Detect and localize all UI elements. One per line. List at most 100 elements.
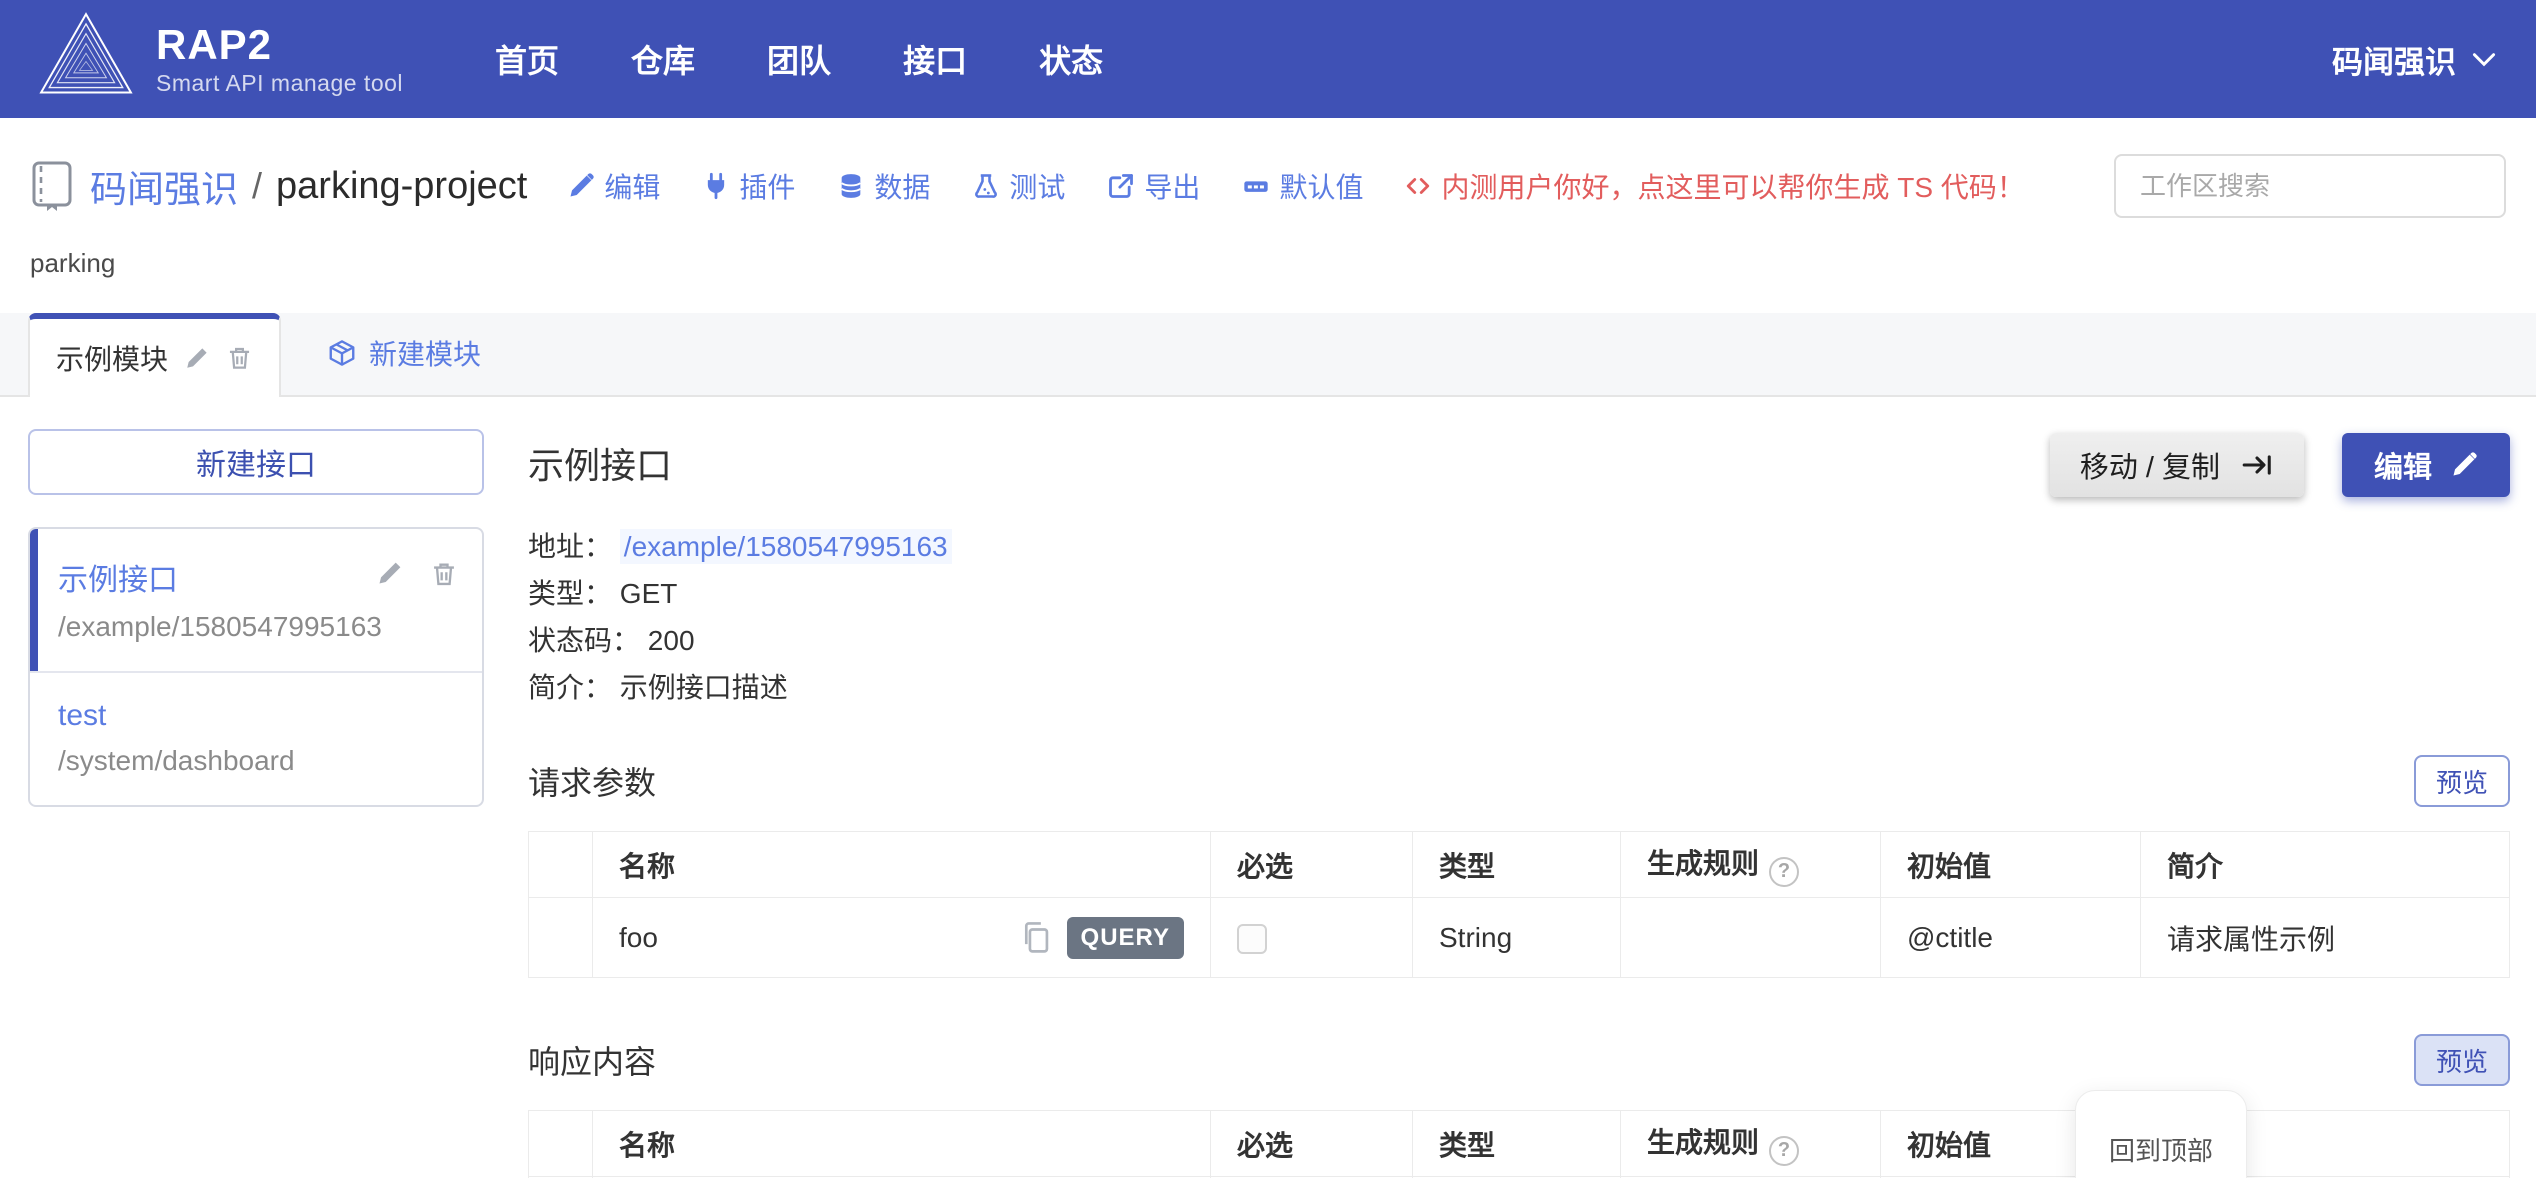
help-icon[interactable]: ? bbox=[1769, 857, 1799, 887]
col-rule-label: 生成规则 bbox=[1647, 848, 1759, 879]
edit-project-link[interactable]: 编辑 bbox=[567, 166, 660, 206]
col-name: 名称 bbox=[593, 832, 1211, 898]
flask-icon bbox=[972, 172, 1000, 200]
scope-badge: QUERY bbox=[1067, 917, 1184, 959]
pencil-icon[interactable] bbox=[376, 559, 404, 587]
col-initial: 初始值 bbox=[1881, 832, 2141, 898]
move-copy-label: 移动 / 复制 bbox=[2080, 444, 2220, 486]
export-icon bbox=[1107, 172, 1135, 200]
brand-block: RAP2 Smart API manage tool bbox=[156, 22, 403, 97]
tab-new-module[interactable]: 新建模块 bbox=[327, 333, 481, 373]
brand-title[interactable]: RAP2 bbox=[156, 22, 403, 68]
trash-icon[interactable] bbox=[226, 344, 253, 372]
arrow-to-bar-icon bbox=[2240, 451, 2274, 479]
nav-item-home[interactable]: 首页 bbox=[495, 36, 559, 82]
col-required: 必选 bbox=[1211, 832, 1413, 898]
interface-name[interactable]: test bbox=[58, 699, 454, 733]
edit-project-label: 编辑 bbox=[604, 166, 660, 206]
address-link[interactable]: /example/1580547995163 bbox=[620, 529, 952, 564]
address-line: 地址： /example/1580547995163 bbox=[528, 523, 2510, 570]
test-link[interactable]: 测试 bbox=[972, 166, 1065, 206]
project-header: 码闻强识 / parking-project 编辑 插件 数据 测 bbox=[0, 118, 2536, 279]
cell-rule bbox=[1621, 898, 1881, 978]
pencil-icon bbox=[567, 172, 595, 200]
help-icon[interactable]: ? bbox=[1769, 1136, 1799, 1166]
list-item-test-interface[interactable]: test /system/dashboard bbox=[30, 671, 482, 805]
defaults-icon bbox=[1242, 172, 1270, 200]
param-name: foo bbox=[619, 922, 658, 954]
nav-item-repository[interactable]: 仓库 bbox=[631, 36, 695, 82]
col-required: 必选 bbox=[1211, 1111, 1413, 1177]
list-item-example-interface[interactable]: 示例接口 /example/1580547995163 bbox=[30, 529, 482, 671]
status-label: 状态码： bbox=[528, 625, 640, 656]
cell-required bbox=[1211, 898, 1413, 978]
rap2-logo-icon[interactable] bbox=[34, 10, 138, 108]
cell-description: 请求属性示例 bbox=[2141, 898, 2510, 978]
interface-title: 示例接口 bbox=[528, 437, 672, 489]
col-rule: 生成规则? bbox=[1621, 1111, 1881, 1177]
interface-meta: 地址： /example/1580547995163 类型： GET 状态码： … bbox=[528, 523, 2510, 711]
pencil-icon bbox=[2450, 451, 2478, 479]
request-params-title: 请求参数 bbox=[528, 758, 656, 804]
summary-value: 示例接口描述 bbox=[620, 672, 788, 703]
col-description: 简介 bbox=[2141, 832, 2510, 898]
edit-interface-label: 编辑 bbox=[2374, 444, 2432, 486]
code-icon bbox=[1405, 173, 1431, 199]
trash-icon[interactable] bbox=[430, 559, 458, 589]
copy-icon[interactable] bbox=[1021, 921, 1051, 955]
interface-sidebar: 新建接口 示例接口 /example/1580547995163 test /s… bbox=[28, 429, 484, 807]
interface-detail-panel: 示例接口 移动 / 复制 编辑 地址： /example/15805479951… bbox=[528, 429, 2510, 1178]
ts-code-notice[interactable]: 内测用户你好，点这里可以帮你生成 TS 代码！ bbox=[1405, 166, 2024, 206]
col-empty bbox=[529, 1111, 593, 1177]
breadcrumb-repository-link[interactable]: 码闻强识 bbox=[90, 159, 238, 213]
breadcrumb-project-name: parking-project bbox=[276, 165, 527, 208]
response-content-header: 响应内容 预览 bbox=[528, 1034, 2510, 1086]
breadcrumb: 码闻强识 / parking-project 编辑 插件 数据 测 bbox=[30, 154, 2506, 218]
required-checkbox[interactable] bbox=[1237, 924, 1267, 954]
chevron-down-icon bbox=[2472, 52, 2496, 67]
interface-list: 示例接口 /example/1580547995163 test /system… bbox=[28, 527, 484, 807]
nav-item-status[interactable]: 状态 bbox=[1039, 36, 1103, 82]
content-area: 新建接口 示例接口 /example/1580547995163 test /s… bbox=[0, 397, 2536, 1178]
workspace-search-input[interactable] bbox=[2114, 154, 2506, 218]
interface-item-actions bbox=[376, 559, 458, 589]
col-rule-label: 生成规则 bbox=[1647, 1127, 1759, 1158]
table-row: foo QUERY String @ctitle 请求属性示例 bbox=[529, 898, 2510, 978]
export-link[interactable]: 导出 bbox=[1107, 166, 1200, 206]
package-icon bbox=[327, 338, 357, 368]
type-value: GET bbox=[620, 578, 678, 609]
tab-example-module-label: 示例模块 bbox=[56, 338, 168, 378]
nav-item-interface[interactable]: 接口 bbox=[903, 36, 967, 82]
type-label: 类型： bbox=[528, 578, 612, 609]
repository-book-icon bbox=[30, 160, 74, 212]
plugin-link[interactable]: 插件 bbox=[702, 166, 795, 206]
defaults-link[interactable]: 默认值 bbox=[1242, 166, 1363, 206]
cell-initial: @ctitle bbox=[1881, 898, 2141, 978]
breadcrumb-separator: / bbox=[252, 165, 262, 207]
export-label: 导出 bbox=[1144, 166, 1200, 206]
edit-interface-button[interactable]: 编辑 bbox=[2342, 433, 2510, 497]
interface-header-buttons: 移动 / 复制 编辑 bbox=[2050, 433, 2510, 497]
new-interface-button[interactable]: 新建接口 bbox=[28, 429, 484, 495]
response-preview-button[interactable]: 预览 bbox=[2414, 1034, 2510, 1086]
col-name: 名称 bbox=[593, 1111, 1211, 1177]
address-label: 地址： bbox=[528, 531, 612, 562]
user-menu[interactable]: 码闻强识 bbox=[2332, 37, 2496, 82]
tab-example-module[interactable]: 示例模块 bbox=[28, 313, 281, 397]
plugin-label: 插件 bbox=[739, 166, 795, 206]
ts-code-notice-text: 内测用户你好，点这里可以帮你生成 TS 代码！ bbox=[1441, 166, 2024, 206]
status-value: 200 bbox=[648, 625, 695, 656]
col-type: 类型 bbox=[1413, 832, 1621, 898]
project-description: parking bbox=[30, 248, 2506, 279]
request-preview-button[interactable]: 预览 bbox=[2414, 755, 2510, 807]
move-copy-button[interactable]: 移动 / 复制 bbox=[2050, 433, 2304, 497]
data-label: 数据 bbox=[874, 166, 930, 206]
cell-empty bbox=[529, 898, 593, 978]
pencil-icon[interactable] bbox=[184, 345, 210, 371]
response-content-title: 响应内容 bbox=[528, 1037, 656, 1083]
nav-item-team[interactable]: 团队 bbox=[767, 36, 831, 82]
back-to-top-button[interactable]: 回到顶部 bbox=[2075, 1090, 2247, 1178]
summary-label: 简介： bbox=[528, 672, 612, 703]
data-link[interactable]: 数据 bbox=[837, 166, 930, 206]
interface-path: /system/dashboard bbox=[58, 745, 454, 777]
